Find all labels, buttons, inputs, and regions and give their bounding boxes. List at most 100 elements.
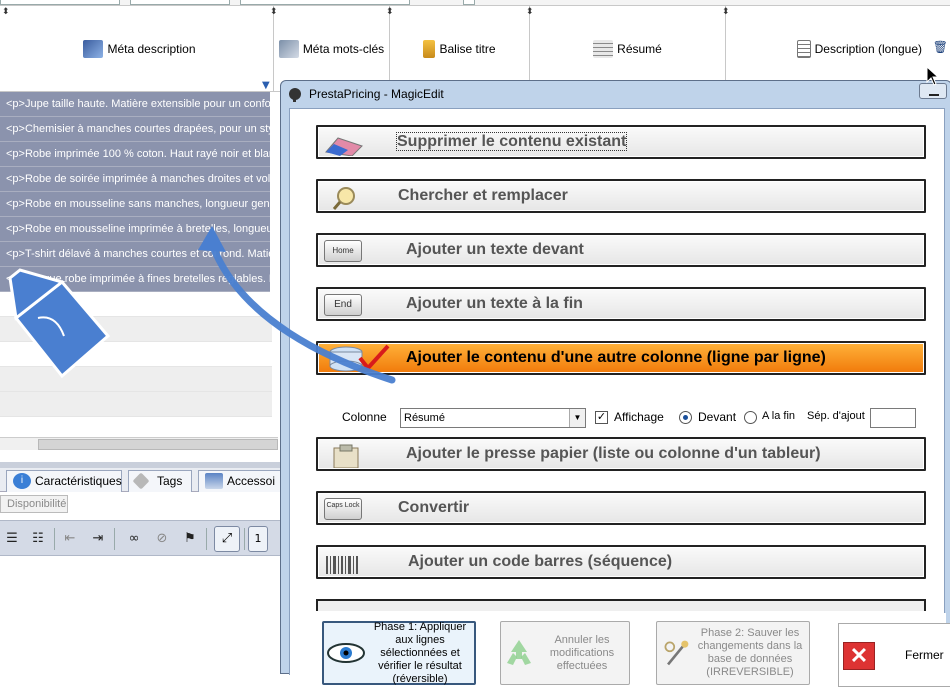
caps-lock-key-icon: Caps Lock <box>324 498 364 522</box>
table-row-empty[interactable] <box>0 367 272 392</box>
action-label: Chercher et remplacer <box>398 187 568 204</box>
sort-marker-icon: ⬍ <box>722 6 730 16</box>
picture-icon <box>83 40 104 58</box>
filter-field[interactable] <box>0 0 120 5</box>
action-label: Ajouter un texte à la fin <box>406 295 583 312</box>
filter-field[interactable] <box>240 0 410 5</box>
table-row-empty[interactable] <box>0 292 272 317</box>
mouse-cursor-icon <box>926 66 940 86</box>
tab-tags[interactable]: Tags <box>128 470 192 492</box>
cancel-changes-button[interactable]: Annuler les modifications effectuées <box>500 621 630 685</box>
toolbar-separator <box>54 528 55 550</box>
after-radio[interactable] <box>744 411 757 424</box>
append-clipboard-button[interactable]: Ajouter le presse papier (liste ou colon… <box>316 437 926 471</box>
document-icon <box>796 40 811 58</box>
table-row-empty[interactable] <box>0 342 272 367</box>
sub-tabs: Disponibilité <box>0 492 280 514</box>
cancel-changes-label: Annuler les modifications effectuées <box>549 633 615 672</box>
dialog-button-bar: Phase 1: Appliquer aux lignes sélectionn… <box>290 613 950 687</box>
sort-marker-icon: ⬍ <box>2 6 10 16</box>
magnifier-icon <box>332 187 355 210</box>
flag-icon[interactable]: ⚑ <box>180 529 200 549</box>
column-select[interactable]: Résumé ▼ <box>400 408 586 428</box>
indent-icon[interactable]: ⇥ <box>88 529 108 549</box>
tab-label: Accessoi <box>227 474 276 488</box>
column-header-label: Résumé <box>617 42 662 56</box>
action-label: Ajouter le presse papier (liste ou colon… <box>406 445 821 462</box>
tab-availability[interactable]: Disponibilité <box>0 495 68 513</box>
outdent-icon[interactable]: ⇤ <box>60 529 80 549</box>
search-replace-button[interactable]: Chercher et remplacer <box>316 179 926 213</box>
table-row[interactable]: <p>Robe en mousseline imprimée à bretell… <box>0 217 270 242</box>
barcode-button[interactable]: Ajouter un code barres (séquence) <box>316 545 926 579</box>
table-row-empty[interactable] <box>0 392 272 417</box>
action-label: Ajouter le contenu d'une autre colonne (… <box>406 349 826 366</box>
filter-checkbox[interactable] <box>463 0 475 5</box>
append-column-content-button[interactable]: Ajouter le contenu d'une autre colonne (… <box>316 341 926 375</box>
toolbar-separator <box>114 528 115 550</box>
table-row[interactable]: <p>Robe en mousseline sans manches, long… <box>0 192 270 217</box>
sort-marker-icon: ⬍ <box>386 6 394 16</box>
tab-accessories[interactable]: Accessoi <box>198 470 288 492</box>
table-row-empty[interactable] <box>0 317 272 342</box>
append-text-button[interactable]: End Ajouter un texte à la fin <box>316 287 926 321</box>
prepend-text-button[interactable]: Home Ajouter un texte devant <box>316 233 926 267</box>
link-icon[interactable]: ∞ <box>124 529 144 549</box>
column-header-label: Méta description <box>107 42 196 56</box>
column-options-row: Colonne Résumé ▼ ✓ Affichage Devant A la… <box>290 406 946 430</box>
column-select-value: Résumé <box>404 412 445 424</box>
display-label: Affichage <box>614 410 664 424</box>
horizontal-scrollbar[interactable] <box>0 437 278 450</box>
display-checkbox[interactable]: ✓ <box>595 411 608 424</box>
barcode-icon <box>326 556 358 574</box>
eraser-icon <box>325 137 363 156</box>
phase1-apply-button[interactable]: Phase 1: Appliquer aux lignes sélectionn… <box>322 621 476 685</box>
scrollbar-thumb[interactable] <box>38 439 278 450</box>
separator-input[interactable] <box>870 408 916 428</box>
column-header-label: Méta mots-clés <box>302 42 385 56</box>
table-row[interactable]: <p>Robe de soirée imprimée à manches dro… <box>0 167 270 192</box>
next-action-button[interactable] <box>316 599 926 611</box>
column-header-meta-description[interactable]: ⬍ Méta description <box>2 6 274 92</box>
dialog-content: Supprimer le contenu existant Chercher e… <box>289 108 950 687</box>
filter-field[interactable] <box>130 0 230 5</box>
dialog-titlebar[interactable]: PrestaPricing - MagicEdit <box>281 81 950 107</box>
action-label: Ajouter un texte devant <box>406 241 584 258</box>
tag-icon <box>132 472 150 490</box>
before-radio[interactable] <box>679 411 692 424</box>
ordered-list-icon[interactable]: ☰ <box>2 529 22 549</box>
fullscreen-icon[interactable]: ⤢ <box>214 526 240 552</box>
close-icon: ✕ <box>843 642 875 670</box>
tab-label: Caractéristiques <box>35 474 122 488</box>
info-icon: i <box>13 473 31 489</box>
table-row[interactable]: <p>Jupe taille haute. Matière extensible… <box>0 92 270 117</box>
phase2-label: Phase 2: Sauver les changements dans la … <box>697 627 803 678</box>
table-row[interactable]: <p>Longue robe imprimée à fines bretelle… <box>0 267 270 292</box>
recycle-icon <box>507 640 531 665</box>
convert-button[interactable]: Caps Lock Convertir <box>316 491 926 525</box>
chevron-down-icon[interactable]: ▼ <box>569 409 585 427</box>
close-label: Fermer <box>905 648 944 662</box>
action-label: Supprimer le contenu existant <box>396 132 628 151</box>
page-number-button[interactable]: 1 <box>248 526 268 552</box>
toolbar-separator <box>206 528 207 550</box>
tab-label: Tags <box>157 474 183 488</box>
unlink-icon[interactable]: ⊘ <box>152 529 172 549</box>
table-row[interactable]: <p>Chemisier à manches courtes drapées, … <box>0 117 270 142</box>
delete-content-button[interactable]: Supprimer le contenu existant <box>316 125 926 159</box>
filter-funnel-icon[interactable]: ▼ <box>262 80 270 91</box>
column-header-label: Balise titre <box>439 42 496 56</box>
bullet-list-icon[interactable]: ☷ <box>28 529 48 549</box>
action-label: Ajouter un code barres (séquence) <box>408 553 673 570</box>
after-label: A la fin <box>762 410 796 422</box>
magic-wand-icon <box>664 640 689 666</box>
phase2-save-button[interactable]: Phase 2: Sauver les changements dans la … <box>656 621 810 685</box>
sort-marker-icon: ⬍ <box>526 6 534 16</box>
table-row[interactable]: <p>Robe imprimée 100 % coton. Haut rayé … <box>0 142 270 167</box>
close-button[interactable]: ✕ Fermer <box>838 623 950 687</box>
column-header-label: Description (longue) <box>814 42 922 56</box>
sort-marker-icon: ⬍ <box>270 6 278 16</box>
tab-features[interactable]: i Caractéristiques <box>6 470 122 492</box>
table-row[interactable]: <p>T-shirt délavé à manches courtes et c… <box>0 242 270 267</box>
delete-column-icon[interactable]: 🗑 <box>933 40 948 54</box>
